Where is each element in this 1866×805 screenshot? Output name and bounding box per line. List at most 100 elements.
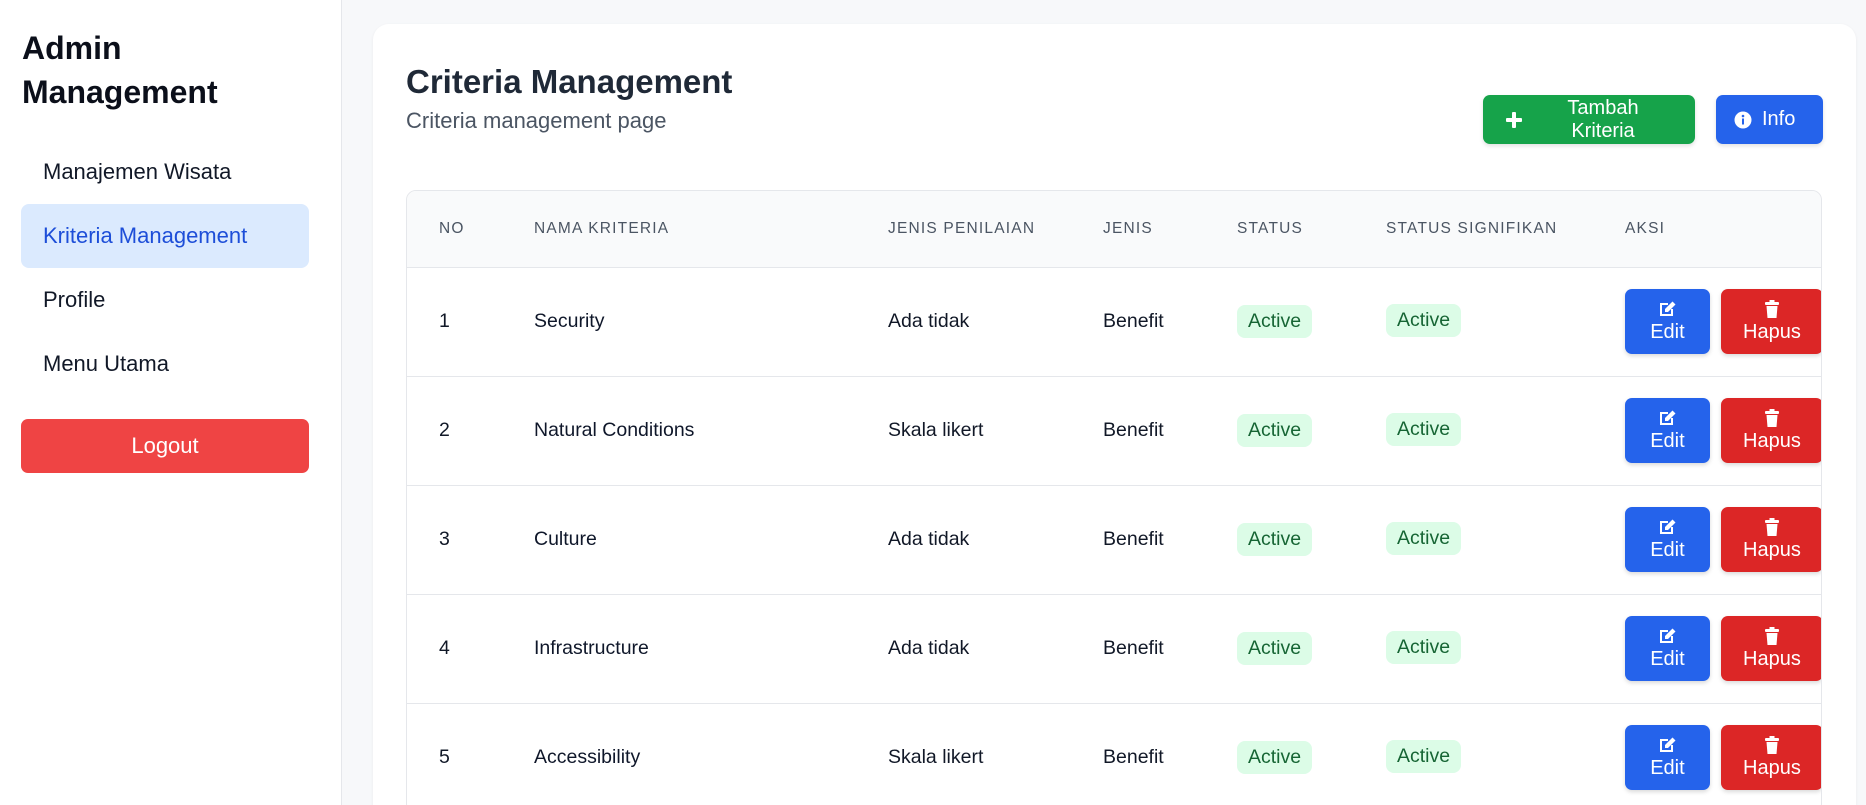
sidebar-item-manajemen-wisata[interactable]: Manajemen Wisata — [21, 140, 309, 204]
column-header-status[interactable]: STATUS — [1205, 191, 1354, 268]
plus-icon — [1506, 111, 1522, 128]
trash-icon — [1764, 409, 1779, 427]
add-criteria-button[interactable]: Tambah Kriteria — [1483, 95, 1695, 144]
edit-icon — [1660, 301, 1676, 316]
cell-jenis: Benefit — [1103, 419, 1164, 441]
cell-status: Active — [1205, 267, 1354, 376]
table-row: 1 Security Ada tidak Benefit Active Acti… — [407, 267, 1821, 376]
cell-no: 4 — [439, 637, 450, 659]
cell-jenis: Benefit — [1103, 310, 1164, 332]
sidebar: Admin Management Manajemen Wisata Kriter… — [0, 0, 342, 805]
card-header: Criteria Management Criteria management … — [406, 60, 1823, 190]
status-signifikan-badge: Active — [1386, 413, 1462, 446]
cell-aksi: Edit Hapus — [1593, 703, 1821, 805]
delete-button[interactable]: Hapus — [1720, 725, 1821, 790]
table-row: 4 Infrastructure Ada tidak Benefit Activ… — [407, 594, 1821, 703]
info-button[interactable]: Info — [1716, 95, 1823, 144]
status-badge: Active — [1237, 523, 1313, 556]
delete-label: Hapus — [1743, 321, 1801, 343]
cell-nama-kriteria: Culture — [534, 528, 597, 550]
cell-status-signifikan: Active — [1354, 485, 1593, 594]
delete-label: Hapus — [1743, 648, 1801, 670]
edit-button[interactable]: Edit — [1625, 289, 1710, 354]
edit-icon — [1660, 410, 1676, 425]
column-header-no[interactable]: NO — [407, 191, 502, 268]
edit-label: Edit — [1650, 321, 1685, 343]
page-title: Criteria Management — [406, 63, 733, 100]
table-row: 2 Natural Conditions Skala likert Benefi… — [407, 376, 1821, 485]
cell-status-signifikan: Active — [1354, 267, 1593, 376]
main-content: Criteria Management Criteria management … — [342, 0, 1866, 805]
sidebar-item-kriteria-management[interactable]: Kriteria Management — [21, 204, 309, 268]
edit-label: Edit — [1650, 648, 1685, 670]
cell-no: 1 — [439, 310, 450, 332]
trash-icon — [1764, 518, 1779, 536]
cell-jenis-penilaian: Ada tidak — [888, 637, 970, 659]
trash-icon — [1764, 736, 1779, 754]
status-signifikan-badge: Active — [1386, 304, 1462, 337]
edit-label: Edit — [1650, 430, 1685, 452]
title-group: Criteria Management Criteria management … — [406, 60, 732, 134]
table-row: 3 Culture Ada tidak Benefit Active Activ… — [407, 485, 1821, 594]
status-signifikan-badge: Active — [1386, 740, 1462, 773]
cell-status-signifikan: Active — [1354, 594, 1593, 703]
cell-nama-kriteria: Accessibility — [534, 746, 641, 768]
cell-status: Active — [1205, 376, 1354, 485]
row-actions: Edit Hapus — [1625, 507, 1821, 572]
edit-label: Edit — [1650, 539, 1685, 561]
row-actions: Edit Hapus — [1625, 616, 1821, 681]
add-criteria-label: Tambah Kriteria — [1567, 96, 1639, 142]
info-label: Info — [1762, 108, 1796, 130]
table-body: 1 Security Ada tidak Benefit Active Acti… — [407, 267, 1821, 805]
status-badge: Active — [1237, 741, 1313, 774]
logout-button[interactable]: Logout — [21, 419, 309, 473]
status-signifikan-badge: Active — [1386, 522, 1462, 555]
status-badge: Active — [1237, 632, 1313, 665]
cell-no: 2 — [439, 419, 450, 441]
cell-jenis: Benefit — [1103, 746, 1164, 768]
cell-aksi: Edit Hapus — [1593, 267, 1821, 376]
cell-status: Active — [1205, 703, 1354, 805]
sidebar-title-line2: Management — [22, 74, 218, 110]
table-row: 5 Accessibility Skala likert Benefit Act… — [407, 703, 1821, 805]
delete-label: Hapus — [1743, 757, 1801, 779]
sidebar-item-menu-utama[interactable]: Menu Utama — [21, 332, 309, 396]
edit-button[interactable]: Edit — [1625, 507, 1710, 572]
cell-nama-kriteria: Security — [534, 310, 605, 332]
cell-status-signifikan: Active — [1354, 376, 1593, 485]
edit-label: Edit — [1650, 757, 1685, 779]
edit-icon — [1660, 628, 1676, 643]
page-subtitle: Criteria management page — [406, 108, 667, 133]
cell-aksi: Edit Hapus — [1593, 376, 1821, 485]
cell-aksi: Edit Hapus — [1593, 485, 1821, 594]
edit-button[interactable]: Edit — [1625, 725, 1710, 790]
delete-button[interactable]: Hapus — [1720, 507, 1821, 572]
column-header-nama-kriteria[interactable]: NAMA KRITERIA — [502, 191, 856, 268]
edit-button[interactable]: Edit — [1625, 398, 1710, 463]
header-actions: Tambah Kriteria Info — [1483, 95, 1823, 144]
cell-status-signifikan: Active — [1354, 703, 1593, 805]
cell-jenis-penilaian: Skala likert — [888, 419, 984, 441]
cell-status: Active — [1205, 485, 1354, 594]
cell-nama-kriteria: Natural Conditions — [534, 419, 695, 441]
edit-button[interactable]: Edit — [1625, 616, 1710, 681]
status-badge: Active — [1237, 414, 1313, 447]
delete-button[interactable]: Hapus — [1720, 616, 1821, 681]
cell-aksi: Edit Hapus — [1593, 594, 1821, 703]
cell-jenis: Benefit — [1103, 637, 1164, 659]
cell-jenis: Benefit — [1103, 528, 1164, 550]
sidebar-title: Admin Management — [21, 26, 320, 114]
edit-icon — [1660, 519, 1676, 534]
delete-label: Hapus — [1743, 430, 1801, 452]
column-header-status-signifikan[interactable]: STATUS SIGNIFIKAN — [1354, 191, 1593, 268]
cell-jenis-penilaian: Skala likert — [888, 746, 984, 768]
column-header-jenis[interactable]: JENIS — [1071, 191, 1205, 268]
row-actions: Edit Hapus — [1625, 725, 1821, 790]
column-header-jenis-penilaian[interactable]: JENIS PENILAIAN — [856, 191, 1071, 268]
cell-no: 3 — [439, 528, 450, 550]
column-header-aksi: AKSI — [1593, 191, 1821, 268]
delete-button[interactable]: Hapus — [1720, 398, 1821, 463]
delete-button[interactable]: Hapus — [1720, 289, 1821, 354]
criteria-table-wrapper: NO NAMA KRITERIA JENIS PENILAIAN JENIS S… — [406, 190, 1822, 805]
sidebar-item-profile[interactable]: Profile — [21, 268, 309, 332]
